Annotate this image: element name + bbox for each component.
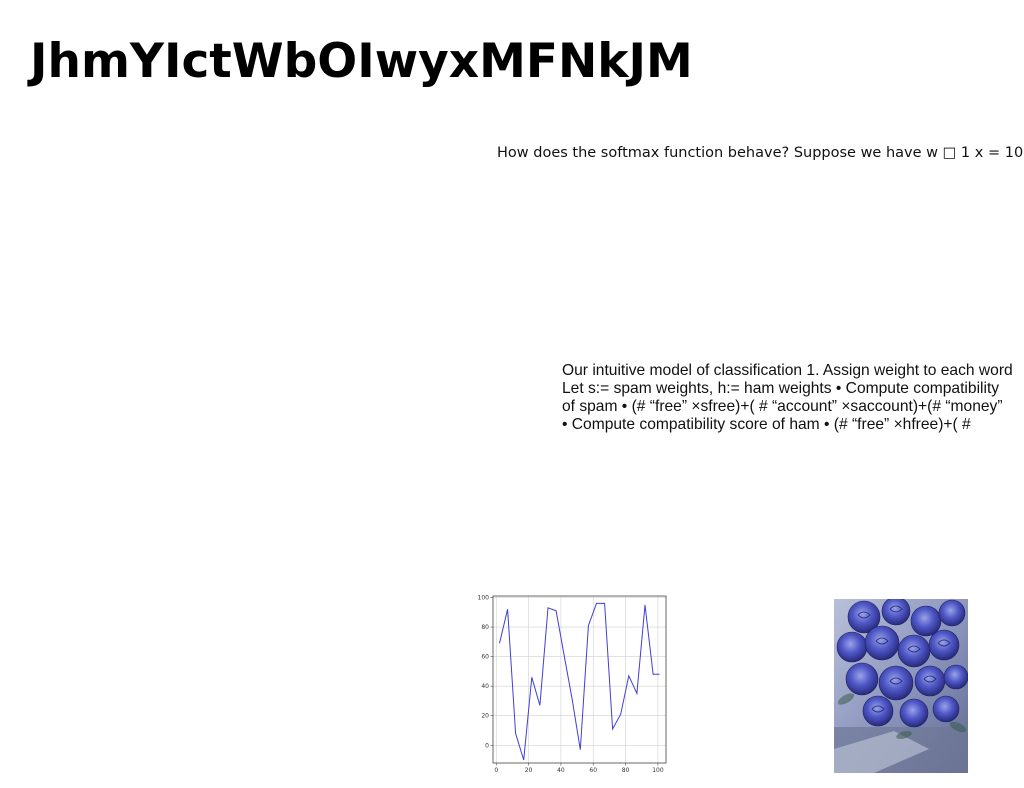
chart-grid <box>493 596 666 763</box>
blue-roses-photo <box>834 599 968 773</box>
x-tick-label: 0 <box>494 767 498 774</box>
classification-model-text: Our intuitive model of classification 1.… <box>562 362 1024 436</box>
y-tick-label: 0 <box>485 742 489 749</box>
blue-roses-icon <box>834 599 968 773</box>
y-tick-label: 100 <box>478 594 490 601</box>
page-title: JhmYIctWbOIwyxMFNkJM <box>30 34 693 89</box>
y-tick-label: 20 <box>481 713 489 720</box>
x-tick-label: 60 <box>589 767 597 774</box>
softmax-text: How does the softmax function behave? Su… <box>497 145 1024 161</box>
model-text-line: Our intuitive model of classification 1.… <box>562 362 1013 379</box>
line-chart: 0 20 40 60 80 100 0 20 40 60 80 100 <box>476 592 670 776</box>
x-tick-label: 80 <box>622 767 630 774</box>
x-tick-label: 100 <box>652 767 664 774</box>
model-text-line: of spam • (# “free” ×sfree)+( # “account… <box>562 398 1003 415</box>
line-chart-svg: 0 20 40 60 80 100 0 20 40 60 80 100 <box>478 594 667 774</box>
x-tick-label: 20 <box>525 767 533 774</box>
model-text-line: • Compute compatibility score of ham • (… <box>562 416 971 433</box>
y-tick-label: 80 <box>481 624 489 631</box>
y-tick-label: 40 <box>481 683 489 690</box>
plot-frame <box>492 595 667 764</box>
x-tick-label: 40 <box>557 767 565 774</box>
y-tick-label: 60 <box>481 654 489 661</box>
chart-ticks: 0 20 40 60 80 100 0 20 40 60 80 100 <box>478 594 664 774</box>
model-text-line: Let s:= spam weights, h:= ham weights • … <box>562 380 1000 397</box>
